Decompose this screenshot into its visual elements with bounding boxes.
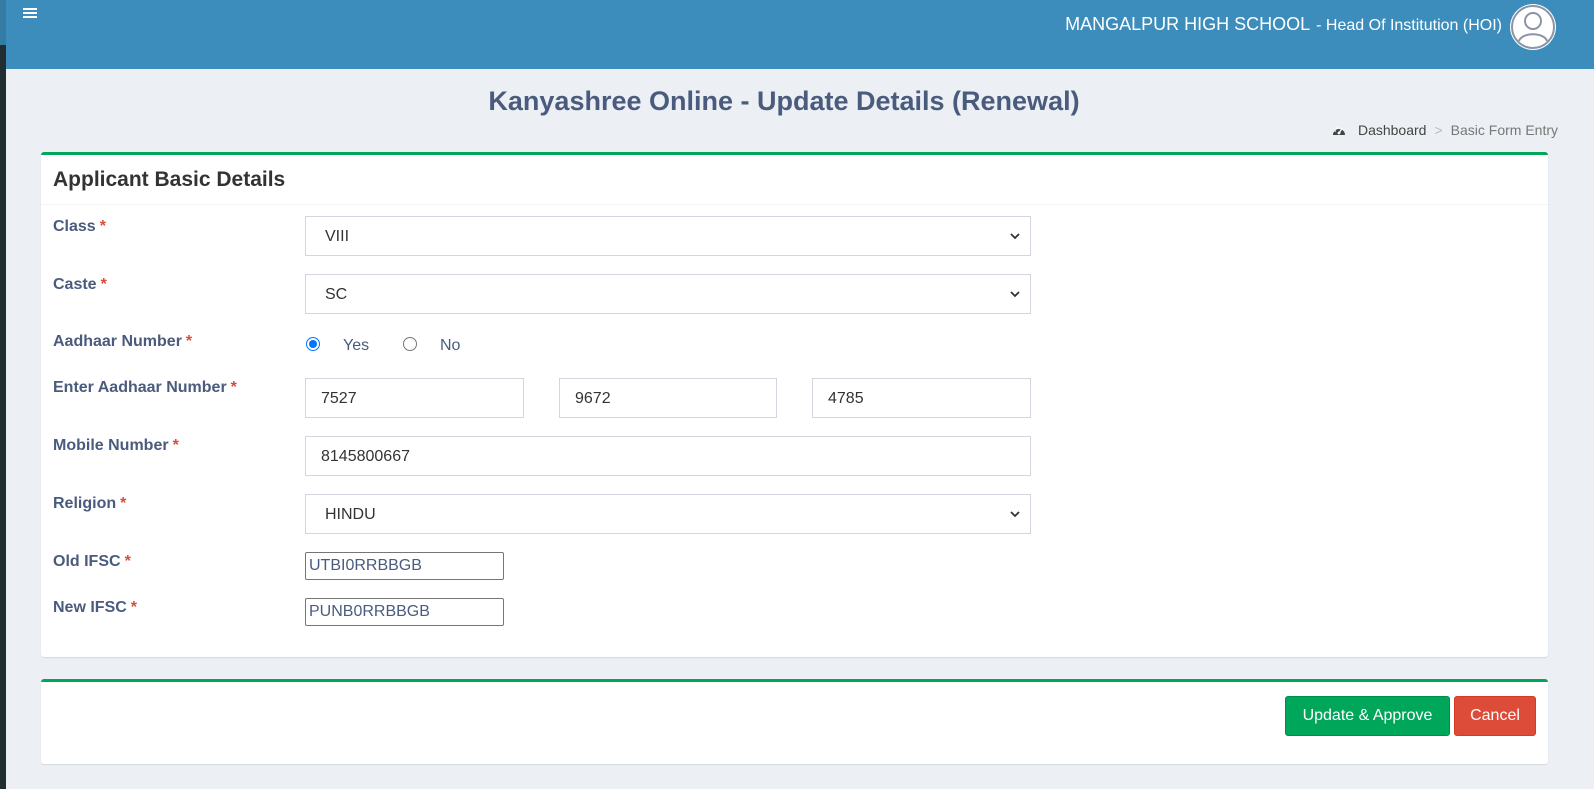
aadhaar-part-2-input[interactable]: 9672	[559, 378, 777, 418]
religion-select-value: HINDU	[325, 506, 376, 523]
hamburger-icon[interactable]	[23, 6, 41, 24]
old-ifsc-label: Old IFSC *	[53, 553, 131, 571]
school-name: MANGALPUR HIGH SCHOOL	[1065, 14, 1311, 34]
required-mark: *	[185, 333, 193, 350]
new-ifsc-label-text: New IFSC	[53, 599, 127, 616]
aadhaar-label: Aadhaar Number *	[53, 333, 192, 351]
user-avatar-icon[interactable]	[1510, 4, 1556, 50]
update-approve-button[interactable]: Update & Approve	[1285, 696, 1450, 736]
aadhaar-no-label[interactable]: No	[440, 337, 460, 355]
new-ifsc-label: New IFSC *	[53, 599, 137, 617]
section-title: Applicant Basic Details	[53, 168, 286, 191]
required-mark: *	[99, 218, 106, 235]
chevron-down-icon	[1010, 291, 1020, 298]
required-mark: *	[172, 437, 179, 454]
user-role: - Head Of Institution (HOI)	[1316, 17, 1502, 34]
religion-select[interactable]: HINDU	[305, 494, 1031, 534]
left-sidebar-strip	[0, 0, 6, 789]
breadcrumb: Dashboard > Basic Form Entry	[1332, 122, 1558, 138]
mobile-number-input[interactable]: 8145800667	[305, 436, 1031, 476]
caste-label: Caste *	[53, 276, 107, 294]
aadhaar-no-radio[interactable]	[403, 337, 417, 351]
mobile-label-text: Mobile Number	[53, 437, 169, 454]
caste-label-text: Caste	[53, 276, 97, 293]
aadhaar-part-1-input[interactable]: 7527	[305, 378, 524, 418]
chevron-down-icon	[1010, 511, 1020, 518]
applicant-details-panel: Applicant Basic Details Class * VIII Cast…	[41, 152, 1548, 657]
class-select[interactable]: VIII	[305, 216, 1031, 256]
religion-label: Religion *	[53, 495, 126, 513]
page-title: Kanyashree Online - Update Details (Rene…	[488, 86, 1080, 116]
aadhaar-yes-radio[interactable]	[306, 337, 320, 351]
mobile-label: Mobile Number *	[53, 437, 179, 455]
aadhaar-part-3-input[interactable]: 4785	[812, 378, 1031, 418]
caste-select[interactable]: SC	[305, 274, 1031, 314]
caste-select-value: SC	[325, 286, 348, 303]
class-select-value: VIII	[325, 228, 350, 245]
required-mark: *	[124, 553, 131, 570]
top-header: MANGALPUR HIGH SCHOOL - Head Of Instituti…	[6, 0, 1594, 69]
required-mark: *	[120, 495, 127, 512]
required-mark: *	[230, 379, 237, 396]
cancel-button[interactable]: Cancel	[1454, 696, 1536, 736]
breadcrumb-separator: >	[1434, 122, 1443, 138]
aadhaar-yes-label[interactable]: Yes	[343, 337, 369, 355]
required-mark: *	[100, 276, 107, 293]
old-ifsc-label-text: Old IFSC	[53, 553, 121, 570]
breadcrumb-dashboard-link[interactable]: Dashboard	[1358, 122, 1427, 138]
new-ifsc-input[interactable]: PUNB0RRBBGB	[305, 598, 504, 626]
school-info: MANGALPUR HIGH SCHOOL - Head Of Instituti…	[1065, 14, 1502, 35]
chevron-down-icon	[1010, 233, 1020, 240]
aadhaar-number-label: Enter Aadhaar Number *	[53, 379, 237, 397]
actions-panel: Update & Approve Cancel	[41, 679, 1548, 764]
class-label: Class *	[53, 218, 106, 236]
old-ifsc-input[interactable]: UTBI0RRBBGB	[305, 552, 504, 580]
breadcrumb-current: Basic Form Entry	[1450, 122, 1558, 138]
required-mark: *	[130, 599, 138, 616]
class-label-text: Class	[53, 218, 96, 235]
aadhaar-number-label-text: Enter Aadhaar Number	[53, 379, 227, 396]
tachometer-icon	[1332, 122, 1358, 138]
aadhaar-label-text: Aadhaar Number	[53, 333, 182, 350]
religion-label-text: Religion	[53, 495, 117, 512]
panel-header: Applicant Basic Details	[41, 155, 1548, 205]
